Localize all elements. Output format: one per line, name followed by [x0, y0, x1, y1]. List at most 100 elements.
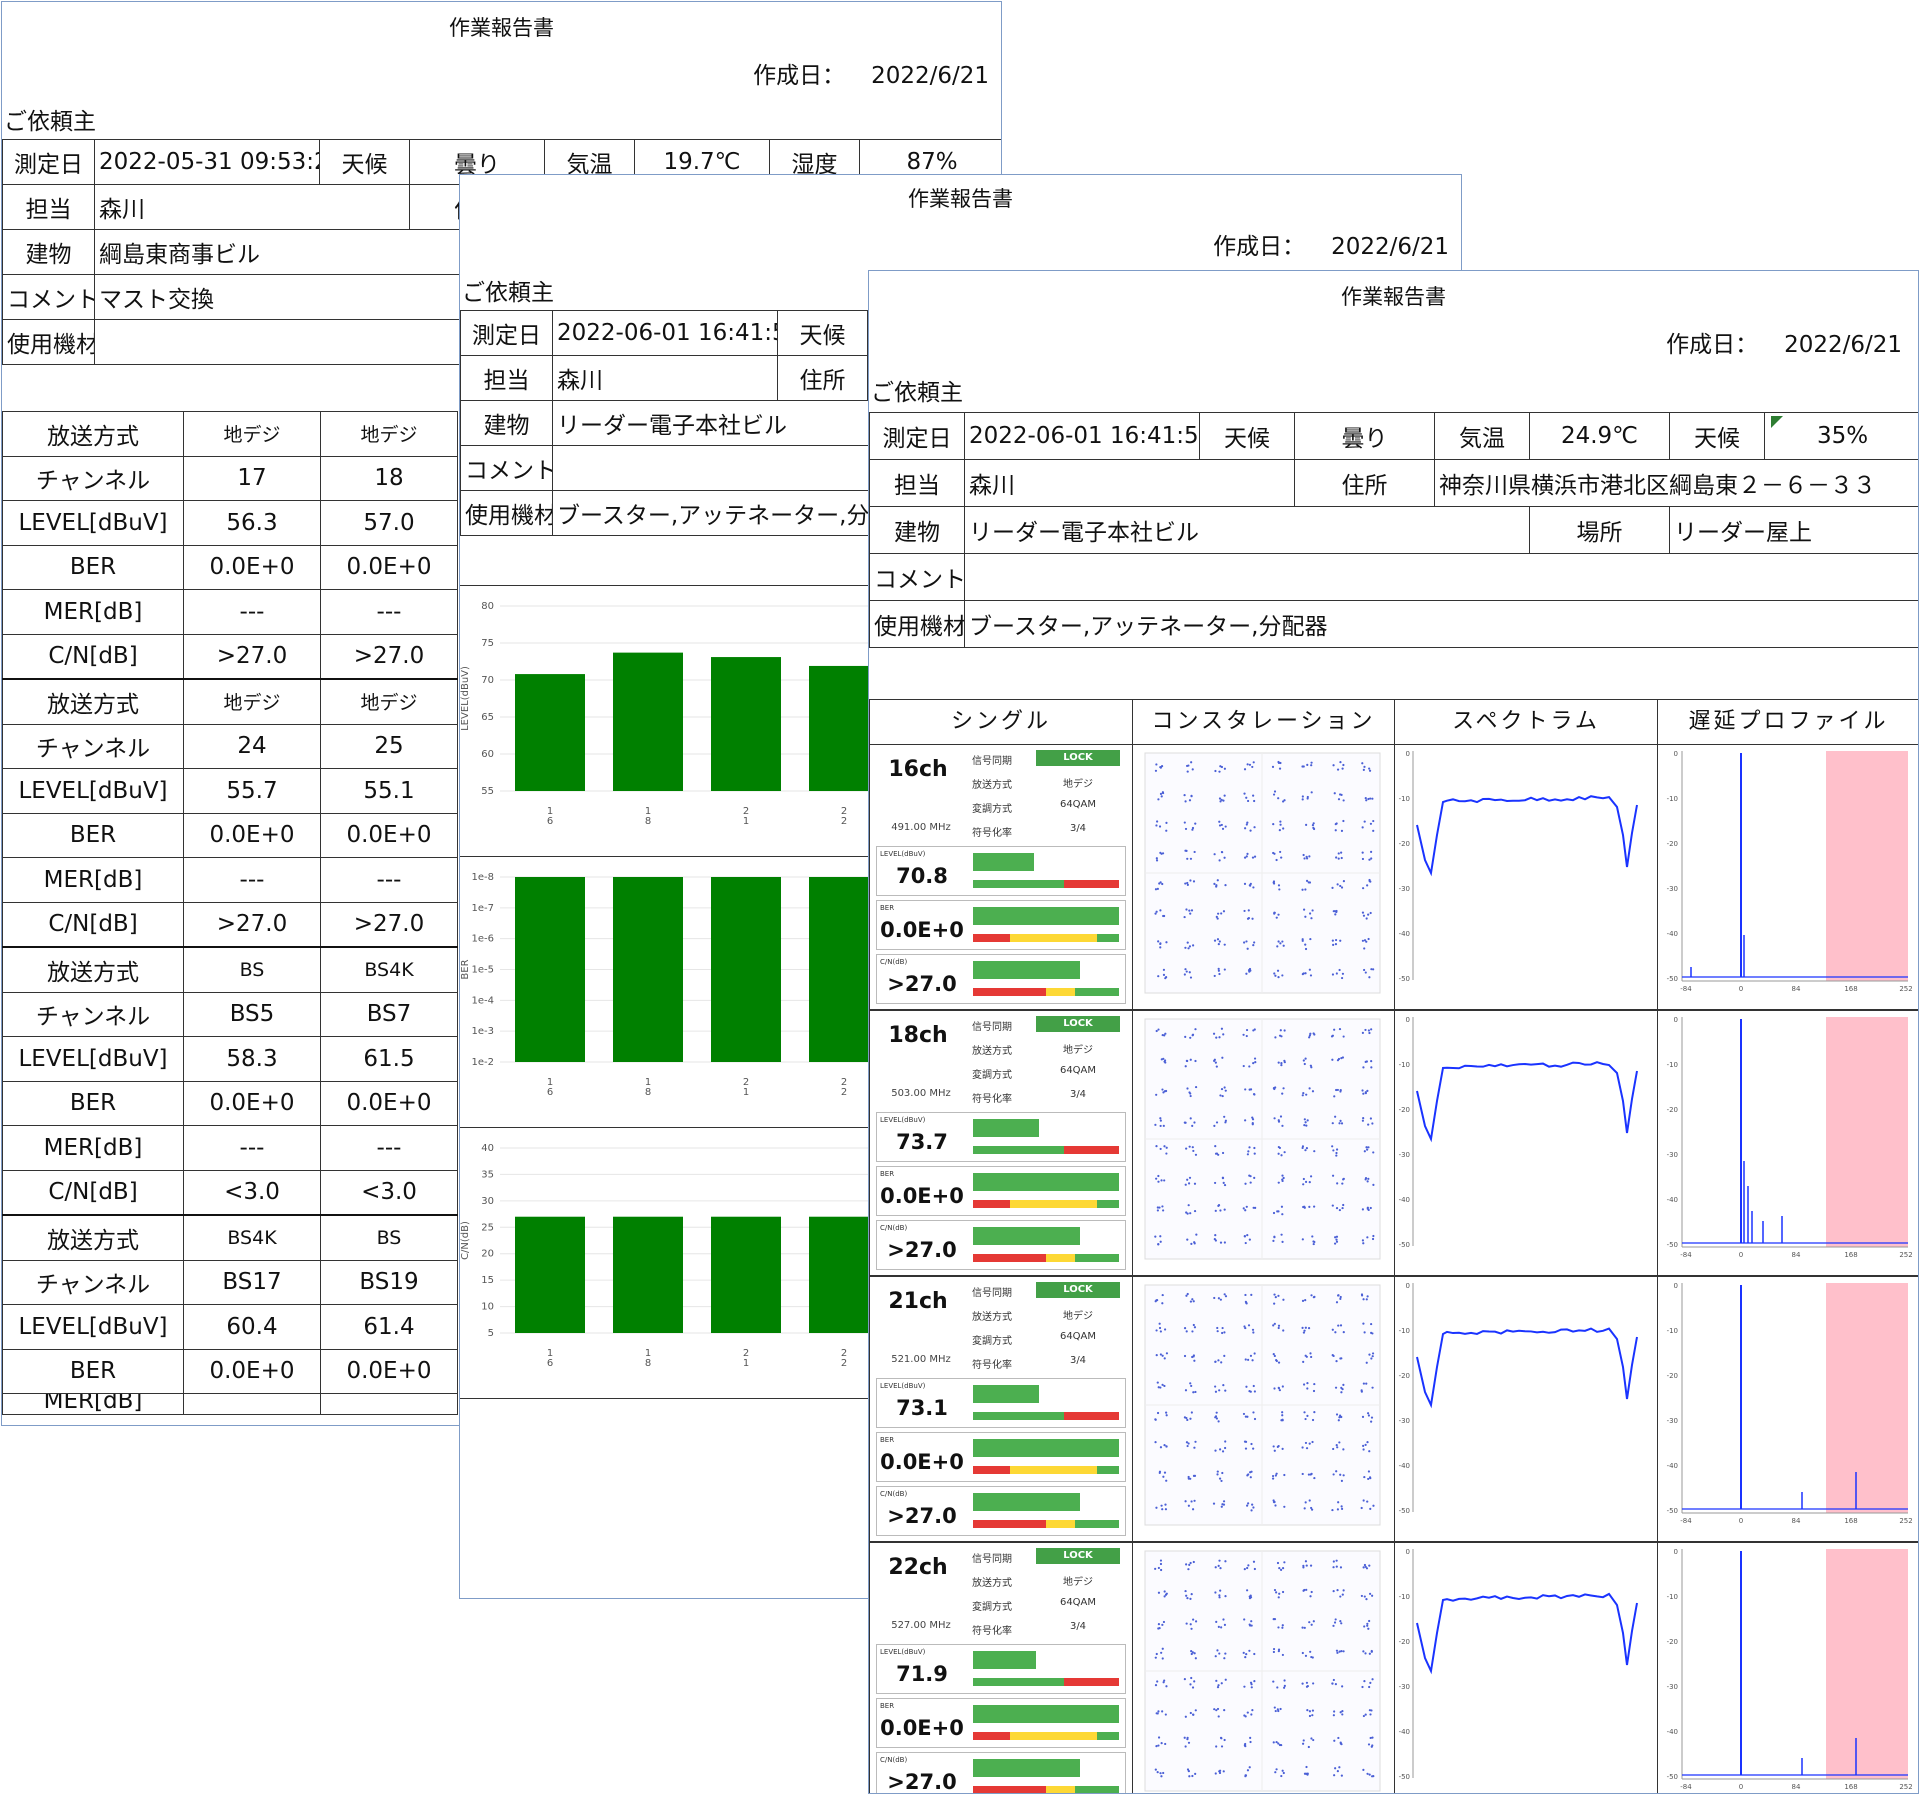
symbol-point [1158, 1470, 1162, 1473]
meter-label: LEVEL(dBuV) [880, 1382, 926, 1390]
symbol-point [1165, 1445, 1168, 1448]
symbol-point [1157, 1566, 1160, 1570]
x-tick-label: 8 [645, 1358, 651, 1369]
symbol-point [1301, 1472, 1304, 1476]
symbol-point [1213, 882, 1216, 885]
symbol-point [1332, 764, 1335, 767]
symbol-point [1215, 885, 1218, 888]
spectrum-tick: -20 [1399, 1106, 1410, 1114]
row-label: 放送方式 [2, 946, 184, 993]
symbol-point [1213, 1124, 1216, 1127]
symbol-point [1191, 1355, 1194, 1359]
delay-profile-cell: 0 -10 -20 -30 -40 -50 -84 0 84 168 252 [1657, 1276, 1918, 1542]
symbol-point [1363, 820, 1366, 823]
symbol-point [1332, 1590, 1335, 1593]
meter-scale [973, 1732, 1119, 1740]
symbol-point [1368, 1685, 1371, 1689]
symbol-point [1246, 1589, 1249, 1592]
symbol-point [1278, 1592, 1281, 1595]
symbol-point [1218, 1477, 1222, 1480]
symbol-point [1246, 1234, 1249, 1237]
symbol-point [1339, 1119, 1342, 1122]
comment-label: コメント [2, 274, 95, 320]
spectrum-tick: -20 [1399, 840, 1410, 848]
spectrum-tick: -40 [1399, 930, 1410, 938]
delay-profile-cell: 0 -10 -20 -30 -40 -50 -84 0 84 168 252 [1657, 1010, 1918, 1276]
row-label: チャンネル [2, 455, 184, 501]
symbol-point [1185, 1622, 1188, 1625]
symbol-point [1159, 1147, 1162, 1151]
symbol-point [1249, 1740, 1252, 1744]
symbol-point [1253, 1652, 1256, 1656]
symbol-point [1276, 1708, 1279, 1711]
spectrum-tick: -10 [1399, 1061, 1410, 1069]
symbol-point [1223, 794, 1226, 797]
symbol-point [1369, 1736, 1372, 1740]
cell-value: 0.0E+0 [320, 1348, 458, 1394]
symbol-point [1273, 972, 1276, 975]
symbol-point [1336, 768, 1340, 771]
spectrum-tick: -10 [1399, 1593, 1410, 1601]
delay-x-tick: 0 [1739, 1251, 1743, 1259]
symbol-point [1366, 1148, 1369, 1151]
symbol-point [1303, 1411, 1306, 1414]
symbol-point [1223, 968, 1226, 971]
symbol-point [1366, 1622, 1369, 1625]
report-title: 作業報告書 [908, 187, 1013, 211]
symbol-point [1335, 1559, 1338, 1562]
symbol-point [1188, 945, 1192, 948]
symbol-point [1250, 1620, 1253, 1623]
x-tick-label: 1 [743, 1358, 749, 1369]
symbol-point [1254, 1061, 1257, 1064]
symbol-point [1362, 914, 1366, 917]
lock-badge: LOCK [1036, 1016, 1120, 1032]
symbol-point [1339, 761, 1342, 764]
symbol-point [1365, 1598, 1368, 1601]
symbol-point [1304, 1299, 1307, 1302]
y-tick-label: 65 [481, 712, 494, 723]
row-label-cut: MER[dB] [2, 1393, 184, 1415]
address-value: 神奈川県横浜市港北区綱島東２－６－３３ [1434, 459, 1918, 507]
symbol-point [1155, 1652, 1158, 1656]
symbol-point [1251, 1123, 1254, 1126]
symbol-point [1308, 855, 1311, 858]
symbol-point [1216, 1330, 1219, 1333]
symbol-point [1216, 1470, 1219, 1473]
symbol-point [1245, 1034, 1248, 1038]
symbol-point [1244, 1293, 1247, 1297]
param-value: 64QAM [1059, 1331, 1097, 1342]
symbol-point [1156, 887, 1159, 890]
symbol-point [1162, 968, 1166, 971]
x-tick-label: 6 [547, 1087, 553, 1098]
symbol-point [1216, 1473, 1219, 1476]
param-row: 放送方式 地デジ [968, 1304, 1128, 1325]
date-label: 測定日 [460, 310, 553, 356]
symbol-point [1254, 1206, 1257, 1209]
symbol-point [1162, 1681, 1165, 1684]
symbol-point [1341, 972, 1345, 975]
symbol-point [1186, 1418, 1189, 1422]
meter-label: LEVEL(dBuV) [880, 850, 926, 858]
symbol-point [1154, 1235, 1157, 1238]
symbol-point [1252, 1560, 1256, 1563]
symbol-point [1193, 1474, 1197, 1477]
symbol-point [1313, 1410, 1316, 1414]
constellation-plot [1144, 752, 1381, 994]
symbol-point [1249, 829, 1252, 832]
delay-y-tick: -50 [1667, 1773, 1678, 1781]
meter-scale [973, 880, 1119, 888]
symbol-point [1333, 1710, 1336, 1713]
symbol-point [1311, 824, 1315, 827]
x-tick-label: 1 [743, 1087, 749, 1098]
y-tick-label: 30 [481, 1196, 494, 1207]
symbol-point [1341, 1593, 1344, 1596]
meter-bar [973, 1705, 1119, 1723]
symbol-point [1155, 1029, 1158, 1033]
symbol-point [1303, 1626, 1306, 1629]
symbol-point [1302, 1183, 1305, 1186]
symbol-point [1242, 1064, 1245, 1068]
symbol-point [1339, 1297, 1342, 1300]
row-label: 放送方式 [2, 678, 184, 725]
symbol-point [1340, 856, 1343, 860]
param-label: 変調方式 [972, 1336, 1012, 1347]
